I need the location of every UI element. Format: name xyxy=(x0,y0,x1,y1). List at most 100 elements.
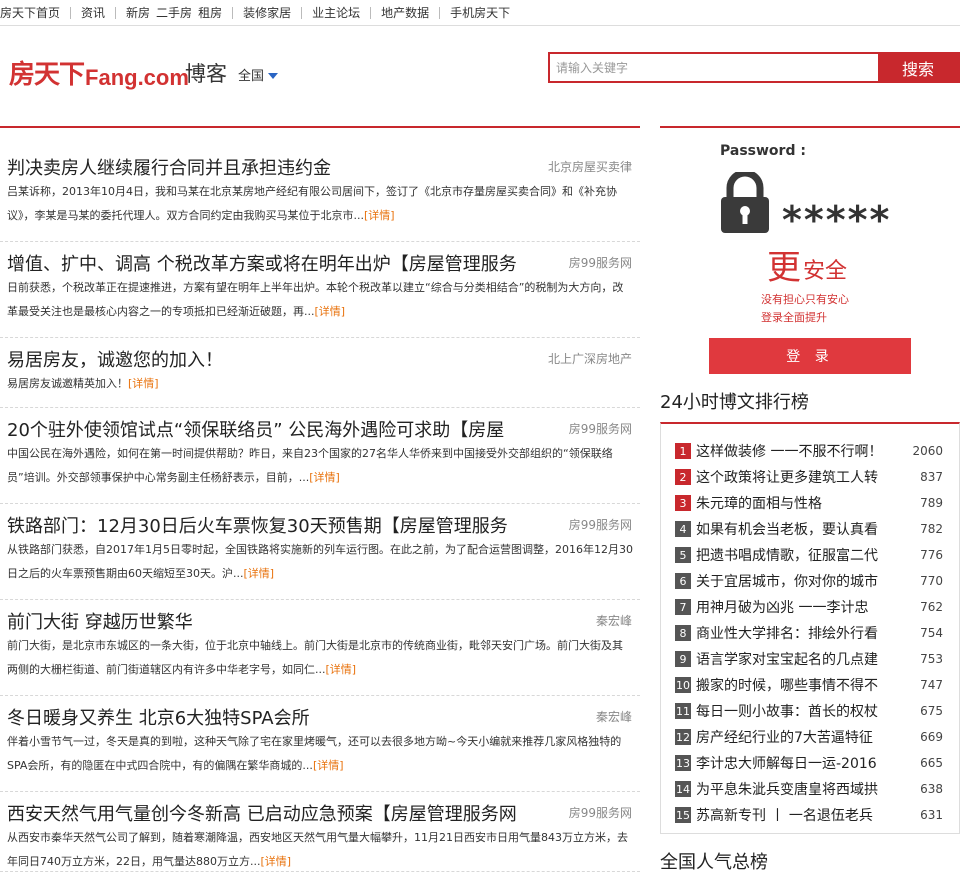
rank-number: 9 xyxy=(675,651,691,667)
article-more-link[interactable]: [详情] xyxy=(309,471,340,484)
ranking-item[interactable]: 15 苏高新专刊 丨 一名退伍老兵 631 xyxy=(675,802,959,828)
article-summary: 中国公民在海外遇险，如何在第一时间提供帮助？昨日，来自23个国家的27名华人华侨… xyxy=(7,442,633,490)
rank-title[interactable]: 为平息朱泚兵变唐皇将西域拱 xyxy=(696,779,886,799)
rank-title[interactable]: 李计忠大师解每日一运-2016 xyxy=(696,753,886,773)
nav-group: 资讯 xyxy=(70,6,115,20)
rank-count: 782 xyxy=(920,522,943,536)
rank-count: 631 xyxy=(920,808,943,822)
rank-count: 675 xyxy=(920,704,943,718)
rank-title[interactable]: 每日一则小故事：酋长的权杖 xyxy=(696,701,886,721)
ranking-item[interactable]: 3 朱元璋的面相与性格 789 xyxy=(675,490,959,516)
article-item: 判决卖房人继续履行合同并且承担违约金 北京房屋买卖律 吕某诉称，2013年10月4日… xyxy=(0,146,640,242)
article-title-line: 判决卖房人继续履行合同并且承担违约金 北京房屋买卖律 xyxy=(7,146,633,179)
ranking-list: 1 这样做装修 一一不服不行啊！ 2060 2 这个政策将让更多建筑工人转 837 3 朱元璋… xyxy=(660,422,960,834)
article-item: 铁路部门：12月30日后火车票恢复30天预售期【房屋管理服务 房99服务网从铁路部… xyxy=(0,504,640,600)
rank-number: 15 xyxy=(675,807,691,823)
article-more-link[interactable]: [详情] xyxy=(326,663,357,676)
article-title[interactable]: 易居房友，诚邀您的加入！ xyxy=(7,346,223,372)
logo-cn: 房天下 xyxy=(9,60,85,90)
rank-count: 747 xyxy=(920,678,943,692)
article-author[interactable]: 房99服务网 xyxy=(569,254,632,271)
ranking-item[interactable]: 14 为平息朱泚兵变唐皇将西域拱 638 xyxy=(675,776,959,802)
rank-count: 638 xyxy=(920,782,943,796)
article-author[interactable]: 秦宏峰 xyxy=(596,612,632,629)
article-author[interactable]: 房99服务网 xyxy=(569,420,632,437)
ranking-item[interactable]: 5 把遗书唱成情歌，征服富二代 776 xyxy=(675,542,959,568)
rank-number: 14 xyxy=(675,781,691,797)
fang-logo[interactable]: 房天下 Fang.com xyxy=(9,54,189,91)
rank-title[interactable]: 商业性大学排名：排绘外行看 xyxy=(696,623,886,643)
article-more-link[interactable]: [详情] xyxy=(315,305,346,318)
nav-link[interactable]: 地产数据 xyxy=(381,6,429,20)
nav-link[interactable]: 业主论坛 xyxy=(312,6,360,20)
nav-group: 手机房天下 xyxy=(439,6,520,20)
article-item: 冬日暖身又养生 北京6大独特SPA会所 秦宏峰 伴着小雪节气一过，冬天是真的到啦，这… xyxy=(0,696,640,792)
nav-group: 新房 二手房 租房 xyxy=(115,6,232,20)
search-input[interactable] xyxy=(550,54,878,81)
article-author[interactable]: 房99服务网 xyxy=(569,804,632,821)
article-more-link[interactable]: [详情] xyxy=(260,855,291,868)
nav-link[interactable]: 房天下首页 xyxy=(0,6,60,20)
rank-count: 789 xyxy=(920,496,943,510)
article-author[interactable]: 房99服务网 xyxy=(569,516,632,533)
ranking-item[interactable]: 4 如果有机会当老板，要认真看 782 xyxy=(675,516,959,542)
article-author[interactable]: 秦宏峰 xyxy=(596,708,632,725)
ranking-item[interactable]: 6 关于宜居城市，你对你的城市 770 xyxy=(675,568,959,594)
article-author[interactable]: 北京房屋买卖律 xyxy=(548,158,632,175)
article-author[interactable]: 北上广深房地产 xyxy=(548,350,632,367)
rank-title[interactable]: 搬家的时候，哪些事情不得不 xyxy=(696,675,886,695)
ranking-item[interactable]: 12 房产经纪行业的7大苦逼特征 669 xyxy=(675,724,959,750)
search-button[interactable]: 搜索 xyxy=(878,54,958,81)
ranking-item[interactable]: 9 语言学家对宝宝起名的几点建 753 xyxy=(675,646,959,672)
article-summary-text: 从铁路部门获悉，自2017年1月5日零时起，全国铁路将实施新的列车运行图。在此之… xyxy=(7,543,633,580)
rank-title[interactable]: 把遗书唱成情歌，征服富二代 xyxy=(696,545,886,565)
ranking-item[interactable]: 13 李计忠大师解每日一运-2016 665 xyxy=(675,750,959,776)
article-title[interactable]: 增值、扩中、调高 个税改革方案或将在明年出炉【房屋管理服务 xyxy=(7,250,517,276)
article-more-link[interactable]: [详情] xyxy=(313,759,344,772)
article-title[interactable]: 判决卖房人继续履行合同并且承担违约金 xyxy=(7,154,331,180)
nav-link[interactable]: 租房 xyxy=(198,6,222,20)
rank-title[interactable]: 关于宜居城市，你对你的城市 xyxy=(696,571,886,591)
login-button[interactable]: 登 录 xyxy=(709,338,911,374)
article-title[interactable]: 20个驻外使领馆试点“领保联络员” 公民海外遇险可求助【房屋 xyxy=(7,416,504,442)
ranking-item[interactable]: 10 搬家的时候，哪些事情不得不 747 xyxy=(675,672,959,698)
ranking-item[interactable]: 11 每日一则小故事：酋长的权杖 675 xyxy=(675,698,959,724)
lock-icon xyxy=(720,169,770,238)
rank-title[interactable]: 用神月破为凶兆 一一李计忠 xyxy=(696,597,886,617)
article-more-link[interactable]: [详情] xyxy=(128,377,159,390)
ranking-item[interactable]: 8 商业性大学排名：排绘外行看 754 xyxy=(675,620,959,646)
nav-link[interactable]: 装修家居 xyxy=(243,6,291,20)
ranking-item[interactable]: 2 这个政策将让更多建筑工人转 837 xyxy=(675,464,959,490)
nav-link[interactable]: 手机房天下 xyxy=(450,6,510,20)
article-title[interactable]: 前门大街 穿越历世繁华 xyxy=(7,608,193,634)
article-summary: 从铁路部门获悉，自2017年1月5日零时起，全国铁路将实施新的列车运行图。在此之… xyxy=(7,538,633,586)
article-title[interactable]: 西安天然气用气量创今冬新高 已启动应急预案【房屋管理服务网 xyxy=(7,800,517,826)
ranking-item[interactable]: 7 用神月破为凶兆 一一李计忠 762 xyxy=(675,594,959,620)
rank-count: 2060 xyxy=(912,444,943,458)
secure-small: 安全 xyxy=(803,259,848,284)
article-title-line: 20个驻外使领馆试点“领保联络员” 公民海外遇险可求助【房屋 房99服务网 xyxy=(7,408,633,441)
ranking-heading: 24小时博文排行榜 xyxy=(660,392,809,413)
rank-title[interactable]: 这个政策将让更多建筑工人转 xyxy=(696,467,886,487)
rank-title[interactable]: 苏高新专刊 丨 一名退伍老兵 xyxy=(696,805,886,825)
article-more-link[interactable]: [详情] xyxy=(364,209,395,222)
nav-group: 地产数据 xyxy=(370,6,439,20)
rank-number: 4 xyxy=(675,521,691,537)
rank-number: 7 xyxy=(675,599,691,615)
rank-number: 11 xyxy=(675,703,691,719)
article-title[interactable]: 铁路部门：12月30日后火车票恢复30天预售期【房屋管理服务 xyxy=(7,512,508,538)
nav-link[interactable]: 二手房 xyxy=(156,6,192,20)
rank-number: 2 xyxy=(675,469,691,485)
nav-link[interactable]: 新房 xyxy=(126,6,150,20)
rank-title[interactable]: 这样做装修 一一不服不行啊！ xyxy=(696,441,886,461)
nav-link[interactable]: 资讯 xyxy=(81,6,105,20)
article-title[interactable]: 冬日暖身又养生 北京6大独特SPA会所 xyxy=(7,704,310,730)
article-more-link[interactable]: [详情] xyxy=(243,567,274,580)
article-title-line: 易居房友，诚邀您的加入！ 北上广深房地产 xyxy=(7,338,633,371)
rank-title[interactable]: 如果有机会当老板，要认真看 xyxy=(696,519,886,539)
rank-title[interactable]: 朱元璋的面相与性格 xyxy=(696,493,886,513)
region-selector[interactable]: 全国 xyxy=(238,65,279,84)
rank-title[interactable]: 房产经纪行业的7大苦逼特征 xyxy=(696,727,886,747)
rank-title[interactable]: 语言学家对宝宝起名的几点建 xyxy=(696,649,886,669)
ranking-item[interactable]: 1 这样做装修 一一不服不行啊！ 2060 xyxy=(675,438,959,464)
